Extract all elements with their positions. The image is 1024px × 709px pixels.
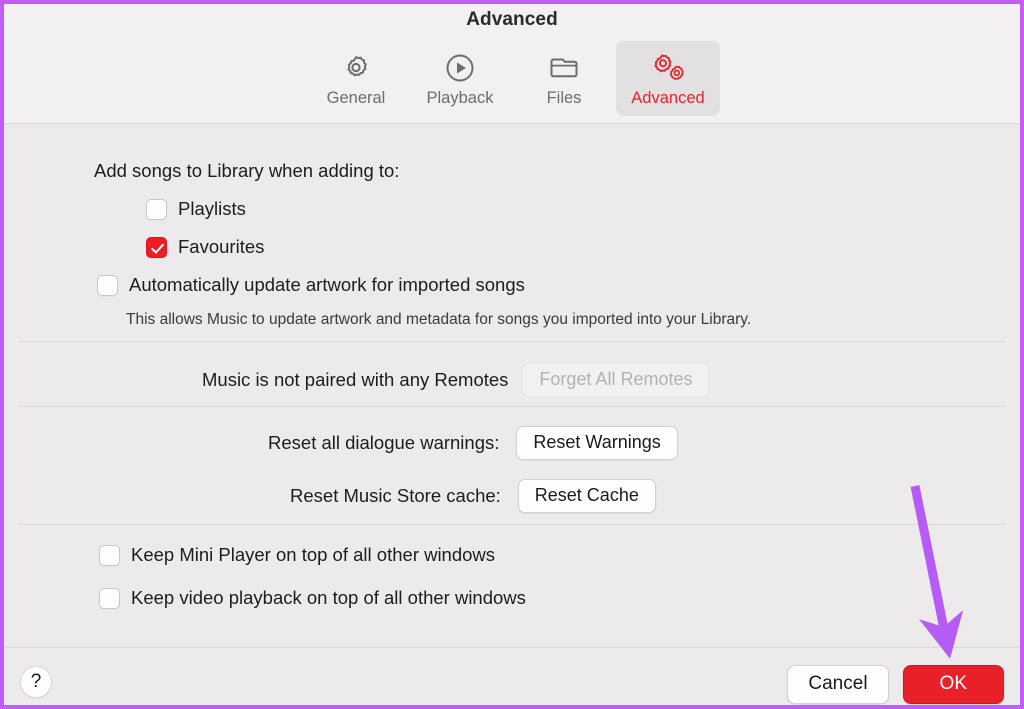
tab-files[interactable]: Files (512, 41, 616, 116)
divider-2 (19, 406, 1005, 407)
gear-icon (340, 51, 372, 85)
music-advanced-preferences-window: Advanced General Playback Files Advanced… (0, 0, 1024, 709)
checkbox-auto-update-artwork[interactable]: Automatically update artwork for importe… (97, 274, 525, 296)
keep-mini-player-label: Keep Mini Player on top of all other win… (131, 544, 496, 565)
tab-playback[interactable]: Playback (408, 41, 512, 116)
footer-button-group: Cancel OK (787, 665, 1004, 704)
tab-playback-label: Playback (426, 89, 494, 107)
reset-cache-row: Reset Music Store cache: Reset Cache (290, 479, 656, 513)
keep-mini-player-checkbox-box[interactable] (99, 544, 120, 566)
artwork-description-row: This allows Music to update artwork and … (126, 311, 751, 329)
checkbox-keep-mini-player-on-top[interactable]: Keep Mini Player on top of all other win… (99, 544, 495, 566)
tab-general-label: General (326, 89, 386, 107)
play-circle-icon (444, 51, 476, 85)
artwork-description: This allows Music to update artwork and … (126, 311, 752, 328)
tab-advanced[interactable]: Advanced (616, 41, 720, 116)
auto-update-artwork-checkbox-box[interactable] (97, 274, 118, 296)
reset-cache-button[interactable]: Reset Cache (517, 479, 656, 513)
keep-video-label: Keep video playback on top of all other … (131, 587, 526, 608)
divider-3 (19, 524, 1005, 525)
cancel-button[interactable]: Cancel (787, 665, 889, 704)
preferences-toolbar: Advanced General Playback Files Advanced (4, 4, 1020, 124)
add-songs-heading-row: Add songs to Library when adding to: (94, 160, 399, 182)
keep-video-checkbox-box[interactable] (99, 587, 120, 609)
playlists-label: Playlists (178, 198, 246, 219)
playlists-checkbox-box[interactable] (146, 198, 167, 220)
divider-1 (19, 341, 1005, 342)
checkbox-keep-video-on-top[interactable]: Keep video playback on top of all other … (99, 587, 526, 609)
reset-warnings-label: Reset all dialogue warnings: (268, 432, 500, 453)
auto-update-artwork-label: Automatically update artwork for importe… (129, 274, 525, 295)
checkbox-playlists[interactable]: Playlists (146, 198, 246, 220)
tab-general[interactable]: General (304, 41, 408, 116)
double-gear-icon (649, 51, 687, 85)
forget-all-remotes-button[interactable]: Forget All Remotes (522, 363, 710, 397)
reset-warnings-button[interactable]: Reset Warnings (516, 426, 678, 460)
remotes-row: Music is not paired with any Remotes For… (202, 363, 710, 397)
preferences-tab-bar: General Playback Files Advanced (4, 41, 1020, 116)
ok-button[interactable]: OK (902, 665, 1004, 704)
reset-cache-label: Reset Music Store cache: (290, 485, 501, 506)
folder-icon (548, 51, 580, 85)
tab-files-label: Files (546, 89, 582, 107)
favourites-checkbox-box[interactable] (146, 236, 167, 258)
reset-warnings-row: Reset all dialogue warnings: Reset Warni… (268, 426, 678, 460)
preferences-content: Add songs to Library when adding to: Pla… (4, 124, 1020, 647)
window-title: Advanced (466, 9, 558, 30)
favourites-label: Favourites (178, 236, 265, 257)
remotes-status: Music is not paired with any Remotes (202, 369, 509, 390)
dialog-footer: ? Cancel OK (4, 647, 1020, 705)
tab-advanced-label: Advanced (631, 89, 705, 107)
add-songs-heading: Add songs to Library when adding to: (94, 160, 400, 181)
checkbox-favourites[interactable]: Favourites (146, 236, 264, 258)
help-button[interactable]: ? (20, 666, 52, 698)
